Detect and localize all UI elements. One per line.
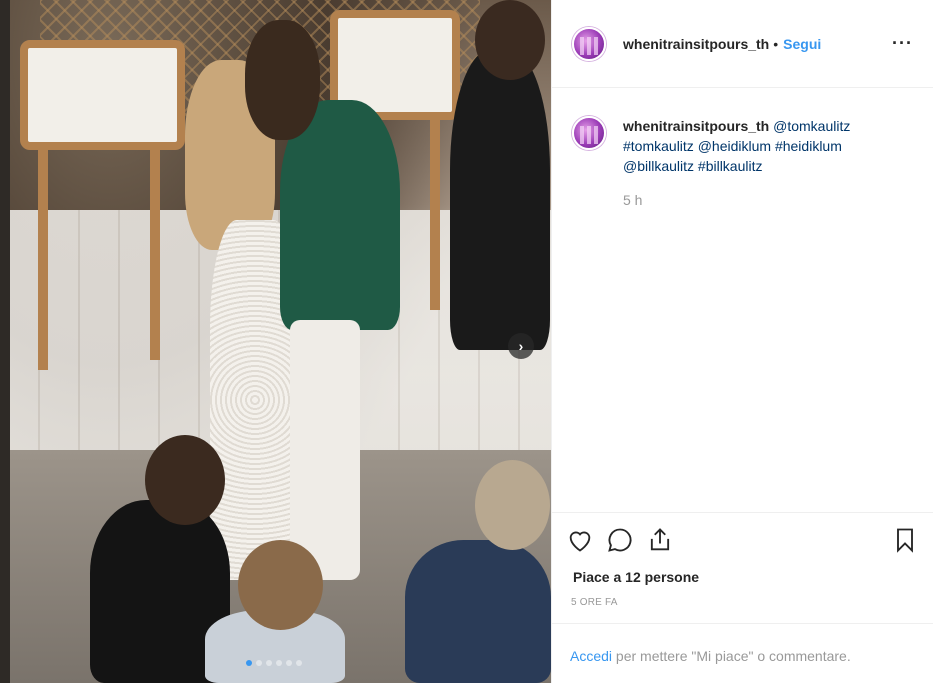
carousel-dot (286, 660, 292, 666)
more-options-icon[interactable]: ··· (892, 33, 913, 54)
post-panel: whenitrainsitpours_th • Segui ··· whenit… (551, 0, 933, 683)
bookmark-icon[interactable] (891, 526, 919, 554)
photo-chair-leg (38, 150, 48, 370)
caption-comment: whenitrainsitpours_th @tomkaulitz #tomka… (552, 88, 933, 176)
hashtag-link[interactable]: #tomkaulitz (623, 138, 694, 154)
chevron-right-icon: › (518, 338, 524, 354)
hashtag-link[interactable]: #heidiklum (775, 138, 842, 154)
photo-chair-leg (150, 150, 160, 360)
comment-icon[interactable] (606, 526, 634, 554)
actions-section: Piace a 12 persone 5 ORE FA (552, 512, 933, 624)
avatar[interactable] (572, 116, 606, 150)
photo-hair (238, 540, 323, 630)
action-icons (566, 525, 919, 555)
caption-username[interactable]: whenitrainsitpours_th (623, 118, 769, 134)
login-prompt: Accedi per mettere "Mi piace" o commenta… (552, 623, 933, 683)
carousel-dot (256, 660, 262, 666)
login-prompt-text: per mettere "Mi piace" o commentare. (612, 648, 851, 664)
follow-button[interactable]: Segui (783, 36, 821, 52)
next-photo-button[interactable]: › (508, 333, 534, 359)
post-header: whenitrainsitpours_th • Segui ··· (552, 0, 933, 88)
heart-icon[interactable] (566, 526, 594, 554)
photo-trousers (290, 320, 360, 580)
likes-count[interactable]: Piace a 12 persone (573, 569, 919, 585)
carousel-dot (266, 660, 272, 666)
hashtag-link[interactable]: #billkaulitz (698, 158, 763, 174)
photo-hair (145, 435, 225, 525)
comment-time[interactable]: 5 h (623, 192, 933, 208)
avatar[interactable] (572, 26, 606, 61)
mention-link[interactable]: @heidiklum (698, 138, 771, 154)
photo-edge (0, 0, 10, 683)
carousel-dots (246, 660, 302, 666)
photo-guest (405, 540, 551, 683)
share-icon[interactable] (646, 526, 674, 554)
post-timestamp[interactable]: 5 ORE FA (571, 597, 919, 608)
separator: • (773, 35, 779, 52)
post-photo[interactable]: › (0, 0, 551, 683)
photo-hair (475, 460, 550, 550)
username-link[interactable]: whenitrainsitpours_th (623, 36, 769, 52)
caption-text: whenitrainsitpours_th @tomkaulitz #tomka… (623, 116, 893, 176)
carousel-dot (246, 660, 252, 666)
mention-link[interactable]: @billkaulitz (623, 158, 694, 174)
carousel-dot (276, 660, 282, 666)
login-link[interactable]: Accedi (570, 648, 612, 664)
photo-hair (475, 0, 545, 80)
mention-link[interactable]: @tomkaulitz (773, 118, 850, 134)
photo-chair-leg (430, 120, 440, 310)
carousel-dot (296, 660, 302, 666)
photo-chair (20, 40, 185, 150)
photo-guest (450, 50, 550, 350)
photo-hair (245, 20, 320, 140)
